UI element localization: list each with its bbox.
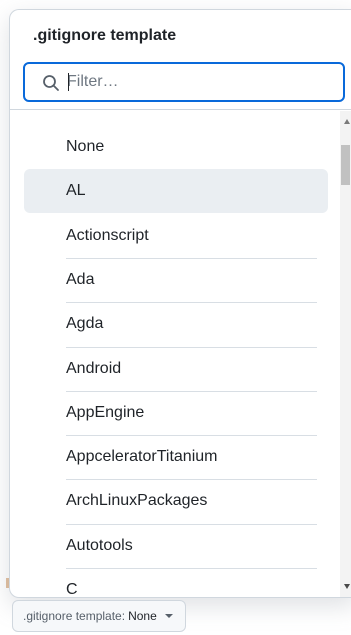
- scroll-thumb[interactable]: [341, 145, 350, 185]
- template-option[interactable]: Ada: [24, 258, 328, 302]
- template-option-label: Android: [66, 359, 122, 377]
- template-option[interactable]: C: [24, 568, 328, 597]
- gitignore-template-dropdown: .gitignore template None AL Actionscript Ad…: [9, 9, 351, 598]
- template-option-label: C: [66, 581, 78, 597]
- list-scrollbar[interactable]: [340, 111, 351, 597]
- gitignore-template-select-button[interactable]: .gitignore template: None: [12, 600, 186, 632]
- dropdown-header: .gitignore template: [10, 10, 351, 110]
- template-option-label: Ada: [66, 270, 95, 288]
- template-option[interactable]: Autotools: [24, 524, 328, 568]
- template-option[interactable]: Agda: [24, 302, 328, 346]
- scroll-down-arrow-icon[interactable]: [344, 584, 350, 589]
- template-option-label: AL: [66, 182, 86, 200]
- template-option-label: Autotools: [66, 536, 133, 554]
- template-option[interactable]: Actionscript: [24, 214, 328, 258]
- text-cursor: [68, 73, 69, 91]
- filter-box[interactable]: [23, 62, 345, 102]
- chevron-down-icon: [164, 614, 173, 618]
- template-option-label: AppEngine: [66, 403, 145, 421]
- template-option-label: ArchLinuxPackages: [66, 492, 208, 510]
- page: .gitignore template None AL Actionscript Ad…: [0, 0, 351, 635]
- template-option-label: Actionscript: [66, 226, 149, 244]
- template-option-label: None: [66, 138, 105, 155]
- template-option[interactable]: AL: [24, 169, 328, 214]
- summary-prefix: .gitignore template:: [23, 609, 126, 623]
- search-icon: [43, 75, 59, 91]
- template-option-label: Agda: [66, 315, 104, 333]
- summary-value: None: [128, 609, 157, 623]
- template-option[interactable]: Android: [24, 347, 328, 391]
- template-option[interactable]: None: [24, 125, 328, 169]
- dropdown-title: .gitignore template: [33, 27, 177, 44]
- template-option[interactable]: ArchLinuxPackages: [24, 479, 328, 523]
- scroll-up-arrow-icon[interactable]: [344, 119, 350, 124]
- filter-input[interactable]: [67, 64, 327, 100]
- template-option-label: AppceleratorTitanium: [66, 448, 218, 466]
- template-option[interactable]: AppceleratorTitanium: [24, 435, 328, 479]
- template-option[interactable]: AppEngine: [24, 391, 328, 435]
- template-list: None AL Actionscript Ada Agda Android AppEngin…: [10, 111, 340, 597]
